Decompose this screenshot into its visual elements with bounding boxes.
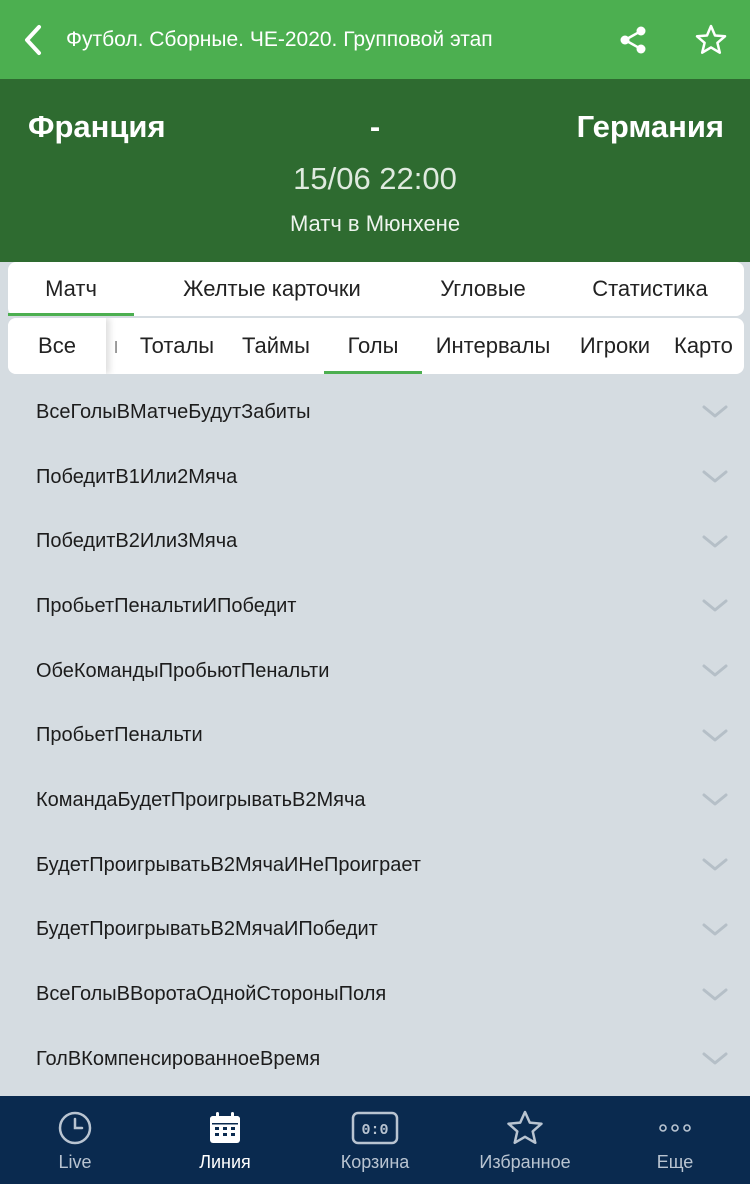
market-list: ВсеГолыВМатчеБудутЗабиты ПобедитВ1Или2Мя… (0, 380, 750, 1092)
market-label: ПобедитВ2Или3Мяча (36, 530, 238, 553)
back-button[interactable] (0, 0, 66, 79)
chevron-down-icon (702, 535, 728, 549)
nav-line[interactable]: Линия (150, 1096, 300, 1184)
nav-live[interactable]: Live (0, 1096, 150, 1184)
market-row[interactable]: ПобедитВ2Или3Мяча (0, 509, 750, 574)
nav-label: Еще (656, 1151, 694, 1172)
subtab-halves[interactable]: Таймы (228, 318, 324, 374)
market-label: ПробьетПенальти (36, 724, 203, 747)
nav-label: Live (58, 1151, 92, 1172)
chevron-down-icon (702, 470, 728, 484)
market-label: КомандаБудетПроигрыватьВ2Мяча (36, 788, 366, 811)
scoreboard-score: 0:0 (361, 1122, 388, 1139)
market-label: БудетПроигрыватьВ2МячаИПобедит (36, 918, 378, 941)
market-row[interactable]: БудетПроигрыватьВ2МячаИНеПроиграет (0, 833, 750, 898)
main-tab-bar: Матч Желтые карточки Угловые Статистика (8, 262, 744, 316)
more-icon (657, 1108, 693, 1148)
away-team: Германия (576, 109, 724, 144)
scoreboard-icon: 0:0 (351, 1108, 399, 1148)
nav-more[interactable]: Еще (600, 1096, 750, 1184)
market-label: ПробьетПенальтиИПобедит (36, 594, 297, 617)
subtab-players[interactable]: Игроки (564, 318, 666, 374)
subtab-all[interactable]: Все (8, 318, 106, 374)
market-row[interactable]: ВсеГолыВМатчеБудутЗабиты (0, 380, 750, 445)
market-label: ГолВКомпенсированноеВремя (36, 1047, 321, 1070)
tab-yellow-cards[interactable]: Желтые карточки (134, 262, 410, 316)
chevron-down-icon (702, 923, 728, 937)
star-outline-icon (695, 24, 727, 54)
market-label: БудетПроигрыватьВ2МячаИНеПроиграет (36, 853, 421, 876)
nav-favorites[interactable]: Избранное (450, 1096, 600, 1184)
market-row[interactable]: КомандаБудетПроигрыватьВ2Мяча (0, 768, 750, 833)
chevron-down-icon (702, 988, 728, 1002)
chevron-down-icon (702, 729, 728, 743)
bottom-navigation: Live Линия 0:0 Корзина Избранное Еще (0, 1096, 750, 1184)
nav-label: Корзина (340, 1151, 410, 1172)
market-row[interactable]: ПробьетПенальтиИПобедит (0, 574, 750, 639)
subtab-intervals[interactable]: Интервалы (422, 318, 564, 374)
share-icon (620, 26, 646, 53)
clock-icon (57, 1108, 93, 1148)
market-row[interactable]: ОбеКомандыПробьютПенальти (0, 639, 750, 704)
market-row[interactable]: БудетПроигрыватьВ2МячаИПобедит (0, 898, 750, 963)
tab-corners[interactable]: Угловые (410, 262, 556, 316)
favorite-button[interactable] (672, 0, 750, 79)
market-label: ПобедитВ1Или2Мяча (36, 465, 238, 488)
subtab-cards[interactable]: Карто (666, 318, 744, 374)
market-row[interactable]: ПробьетПенальти (0, 703, 750, 768)
market-row[interactable]: ПобедитВ1Или2Мяча (0, 445, 750, 510)
subtab-goals[interactable]: Голы (324, 318, 422, 374)
tab-statistics[interactable]: Статистика (556, 262, 744, 316)
top-app-bar: Футбол. Сборные. ЧЕ-2020. Групповой этап (0, 0, 750, 79)
chevron-down-icon (702, 1052, 728, 1066)
match-header: Франция - Германия 15/06 22:00 Матч в Мю… (0, 79, 750, 262)
subtab-partial: ı (112, 333, 120, 358)
page-title: Футбол. Сборные. ЧЕ-2020. Групповой этап (66, 27, 493, 51)
chevron-down-icon (702, 599, 728, 613)
star-icon (506, 1108, 544, 1148)
calendar-icon (207, 1108, 243, 1148)
chevron-down-icon (702, 793, 728, 807)
market-label: ВсеГолыВВоротаОднойСтороныПоля (36, 983, 387, 1006)
market-label: ВсеГолыВМатчеБудутЗабиты (36, 400, 311, 423)
chevron-down-icon (702, 858, 728, 872)
subtab-totals[interactable]: Тоталы (126, 318, 228, 374)
match-datetime: 15/06 22:00 (293, 161, 457, 196)
share-button[interactable] (594, 0, 672, 79)
chevron-down-icon (702, 664, 728, 678)
nav-label: Линия (199, 1151, 251, 1172)
nav-basket[interactable]: 0:0 Корзина (300, 1096, 450, 1184)
sub-tab-bar[interactable]: Все ı Тоталы Таймы Голы Интервалы Игроки… (8, 318, 744, 374)
market-row[interactable]: ГолВКомпенсированноеВремя (0, 1027, 750, 1092)
market-row[interactable]: ВсеГолыВВоротаОднойСтороныПоля (0, 962, 750, 1027)
chevron-left-icon (25, 24, 41, 55)
tab-match[interactable]: Матч (8, 262, 134, 316)
market-label: ОбеКомандыПробьютПенальти (36, 659, 330, 682)
chevron-down-icon (702, 405, 728, 419)
nav-label: Избранное (479, 1151, 571, 1172)
match-venue: Матч в Мюнхене (289, 211, 461, 236)
